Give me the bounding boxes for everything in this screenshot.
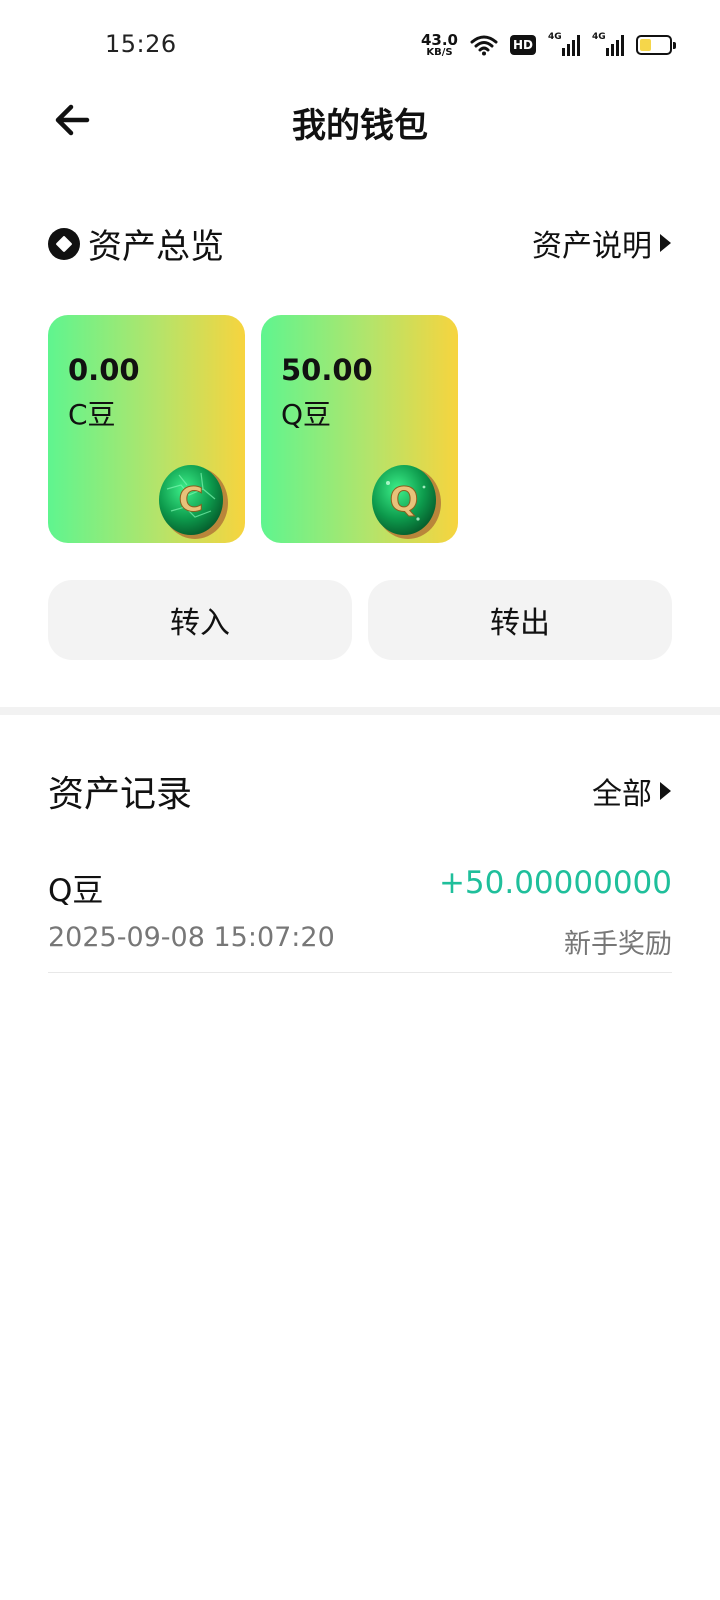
records-filter-all-link[interactable]: 全部	[592, 769, 672, 813]
record-amount: +50.00000000	[438, 865, 672, 901]
hd-voice-icon: HD	[510, 35, 536, 55]
coin-letter-q: Q	[390, 480, 419, 520]
network-speed-unit: KB/S	[426, 46, 453, 58]
sim2-network-tag: 4G	[592, 32, 606, 42]
asset-overview-label: 资产总览	[88, 227, 224, 267]
asset-overview-header: 资产总览 资产说明	[48, 215, 672, 268]
record-asset-name: Q豆	[48, 873, 104, 909]
coin-letter-c: C	[179, 480, 204, 520]
network-speed-value: 43.0	[420, 30, 458, 49]
triangle-right-icon	[660, 782, 671, 800]
status-time: 15:26	[105, 30, 177, 58]
signal-sim2-icon: 4G	[592, 32, 624, 56]
asset-overview-title: 资产总览	[48, 219, 224, 268]
battery-icon	[636, 35, 676, 55]
asset-actions: 转入 转出	[48, 580, 672, 660]
asset-records-header: 资产记录 全部	[48, 765, 672, 815]
diamond-badge-icon	[48, 227, 80, 260]
record-timestamp: 2025-09-08 15:07:20	[48, 922, 335, 953]
battery-level	[640, 39, 651, 51]
records-filter-label: 全部	[592, 777, 652, 812]
asset-name: C豆	[68, 398, 116, 431]
status-bar: 15:26 43.0 KB/S HD 4G 4G	[0, 0, 720, 90]
asset-card-c-bean[interactable]: 0.00 C豆 C	[48, 315, 245, 543]
network-speed: 43.0 KB/S	[420, 30, 458, 58]
section-divider	[0, 707, 720, 715]
wifi-icon	[470, 35, 498, 56]
status-icons: 43.0 KB/S HD 4G 4G	[420, 30, 676, 60]
triangle-right-icon	[660, 234, 671, 252]
transfer-in-button[interactable]: 转入	[48, 580, 352, 660]
app-header: 我的钱包	[0, 80, 720, 162]
q-bean-coin-icon: Q	[372, 465, 441, 539]
record-list-item[interactable]: Q豆 +50.00000000 2025-09-08 15:07:20 新手奖励	[48, 855, 672, 973]
asset-amount: 50.00	[281, 353, 373, 387]
record-type: 新手奖励	[564, 929, 672, 960]
sim1-network-tag: 4G	[548, 32, 562, 42]
page-title: 我的钱包	[292, 106, 428, 146]
c-bean-coin-icon: C	[159, 465, 228, 539]
asset-description-link[interactable]: 资产说明	[532, 221, 672, 265]
asset-description-label: 资产说明	[532, 229, 652, 264]
asset-amount: 0.00	[68, 353, 140, 387]
asset-card-q-bean[interactable]: 50.00 Q豆 Q	[261, 315, 458, 543]
asset-cards: 0.00 C豆 C 50.00 Q豆 Q	[48, 315, 458, 543]
asset-records-title: 资产记录	[48, 774, 193, 815]
signal-sim1-icon: 4G	[548, 32, 580, 56]
asset-name: Q豆	[281, 398, 332, 431]
transfer-out-button[interactable]: 转出	[368, 580, 672, 660]
